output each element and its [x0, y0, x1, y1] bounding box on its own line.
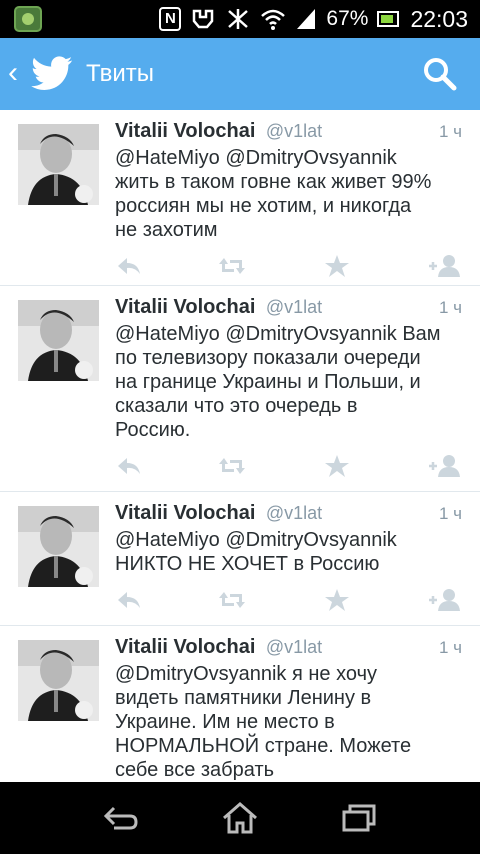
back-chevron-icon[interactable]: ‹: [8, 58, 18, 88]
clock: 22:03: [410, 5, 468, 32]
search-icon[interactable]: [422, 56, 458, 92]
tweet[interactable]: Vitalii Volochai @v1lat 1 ч @DmitryOvsya…: [0, 626, 480, 782]
author-name[interactable]: Vitalii Volochai: [115, 502, 255, 524]
tweet[interactable]: Vitalii Volochai @v1lat 1 ч @HateMiyo @D…: [0, 286, 480, 492]
tweet-line: @HateMiyo @DmitryOvsyannik: [115, 147, 397, 169]
tweet-line: на границе Украины и Польши, и: [115, 371, 421, 393]
tweet-line: не захотим: [115, 219, 218, 241]
action-bar: ‹ Твиты: [0, 38, 480, 110]
tweet-time: 1 ч: [438, 638, 462, 657]
navigation-bar: [0, 782, 480, 854]
tweet-actions: [115, 448, 462, 488]
wifi-icon: [261, 9, 286, 30]
tweet-time: 1 ч: [438, 504, 462, 523]
bluetooth-icon: [228, 9, 249, 29]
tweet-line: НИКТО НЕ ХОЧЕТ в Россию: [115, 553, 380, 575]
reply-icon[interactable]: [115, 254, 143, 278]
avatar[interactable]: [18, 640, 99, 721]
author-handle: @v1lat: [265, 637, 323, 657]
avatar[interactable]: [18, 124, 99, 205]
back-icon[interactable]: [100, 800, 140, 836]
tweet-line: россиян мы не хотим, и никогда: [115, 195, 412, 217]
follow-icon[interactable]: [427, 588, 461, 612]
author-name[interactable]: Vitalii Volochai: [115, 296, 255, 318]
page-title: Твиты: [86, 60, 155, 87]
retweet-icon[interactable]: [218, 588, 246, 612]
retweet-icon[interactable]: [218, 454, 246, 478]
author-name[interactable]: Vitalii Volochai: [115, 120, 255, 142]
reply-icon[interactable]: [115, 454, 143, 478]
reply-icon[interactable]: [115, 588, 143, 612]
favorite-icon[interactable]: [323, 454, 351, 478]
tweet-line: @HateMiyo @DmitryOvsyannik: [115, 529, 397, 551]
avatar[interactable]: [18, 506, 99, 587]
battery-icon: [377, 11, 400, 27]
app-badge-icon: [14, 6, 42, 32]
tweet-header: Vitalii Volochai @v1lat 1 ч: [115, 296, 462, 322]
tweet-line: НОРМАЛЬНОЙ стране. Можете: [115, 735, 412, 757]
tweet-line: Россию.: [115, 419, 191, 441]
tweet-time: 1 ч: [438, 298, 462, 317]
recent-apps-icon[interactable]: [340, 800, 380, 836]
author-handle: @v1lat: [265, 503, 323, 523]
home-icon[interactable]: [220, 800, 260, 836]
favorite-icon[interactable]: [323, 588, 351, 612]
author-name[interactable]: Vitalii Volochai: [115, 636, 255, 658]
tweet-text: @DmitryOvsyannik я не хочу видеть памятн…: [115, 662, 462, 782]
tweet-line: видеть памятники Ленину в: [115, 687, 372, 709]
nfc-icon: N: [159, 7, 182, 31]
tweet-line: по телевизору показали очереди: [115, 347, 421, 369]
tweet-line: себе все забрать: [115, 759, 275, 781]
twitter-bird-icon[interactable]: [30, 52, 74, 96]
author-handle: @v1lat: [265, 297, 323, 317]
author-handle: @v1lat: [265, 121, 323, 141]
tweet-header: Vitalii Volochai @v1lat 1 ч: [115, 636, 462, 662]
tweet-line: Украине. Им не место в: [115, 711, 335, 733]
follow-icon[interactable]: [427, 454, 461, 478]
tweet-line: @HateMiyo @DmitryOvsyannik Вам: [115, 323, 441, 345]
tweet-header: Vitalii Volochai @v1lat 1 ч: [115, 120, 462, 146]
tweet[interactable]: Vitalii Volochai @v1lat 1 ч @HateMiyo @D…: [0, 110, 480, 286]
usb-icon: [193, 9, 214, 29]
signal-icon: [297, 9, 316, 29]
tweet-line: сказали что это очередь в: [115, 395, 358, 417]
avatar[interactable]: [18, 300, 99, 381]
follow-icon[interactable]: [427, 254, 461, 278]
tweet-header: Vitalii Volochai @v1lat 1 ч: [115, 502, 462, 528]
tweet-feed[interactable]: Vitalii Volochai @v1lat 1 ч @HateMiyo @D…: [0, 110, 480, 782]
status-bar: N 67% 22:03: [0, 0, 480, 38]
tweet-text: @HateMiyo @DmitryOvsyannik жить в таком …: [115, 146, 462, 242]
tweet-text: @HateMiyo @DmitryOvsyannik Вам по телеви…: [115, 322, 462, 442]
favorite-icon[interactable]: [323, 254, 351, 278]
tweet-line: жить в таком говне как живет 99%: [115, 171, 432, 193]
tweet-text: @HateMiyo @DmitryOvsyannik НИКТО НЕ ХОЧЕ…: [115, 528, 462, 576]
battery-percent: 67%: [326, 7, 369, 30]
tweet-time: 1 ч: [438, 122, 462, 141]
tweet-line: @DmitryOvsyannik я не хочу: [115, 663, 377, 685]
tweet-actions: [115, 248, 462, 288]
retweet-icon[interactable]: [218, 254, 246, 278]
tweet[interactable]: Vitalii Volochai @v1lat 1 ч @HateMiyo @D…: [0, 492, 480, 626]
tweet-actions: [115, 582, 462, 622]
status-icons: N 67% 22:03: [159, 0, 468, 38]
